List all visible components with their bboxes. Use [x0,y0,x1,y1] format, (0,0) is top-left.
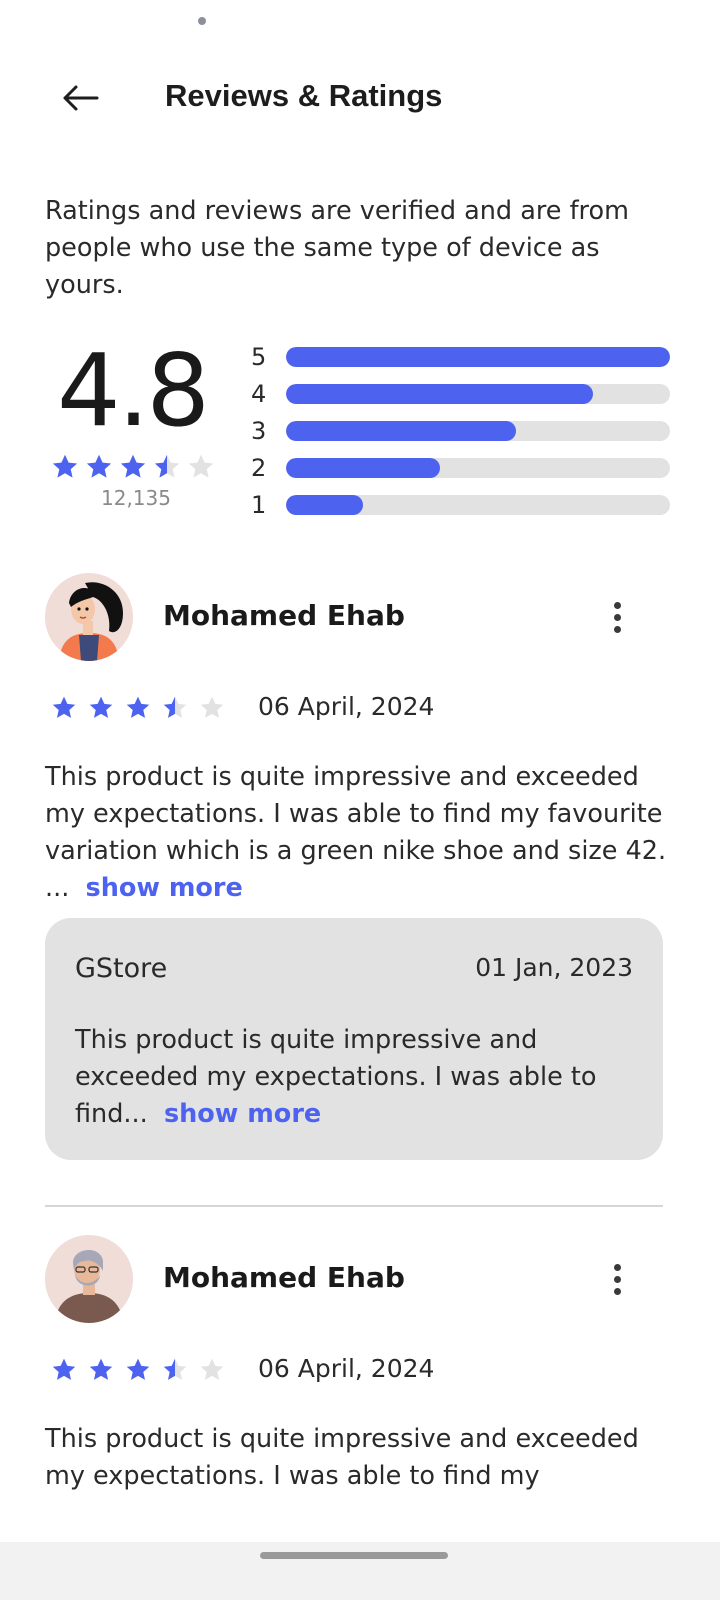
rating-bar-row: 2 [250,449,670,486]
star-icon [89,1358,113,1380]
reviewer-name: Mohamed Ehab [163,599,405,632]
star-icon [200,696,224,718]
review-stars [51,695,225,721]
star-icon [52,454,78,478]
review-body: This product is quite impressive and exc… [45,1424,639,1491]
more-vertical-icon-dot [613,1263,621,1271]
rating-bar-track [286,420,670,441]
arrow-left-icon [63,85,99,111]
star-icon [200,1358,224,1380]
reply-text: This product is quite impressive and exc… [75,1022,645,1133]
average-rating-stars [51,453,215,481]
review-card: Mohamed Ehab 06 April, 2024 This product… [45,1235,675,1535]
star-icon [163,696,187,718]
reply-show-more-link[interactable]: show more [164,1099,321,1129]
user-avatar-man-icon [45,1235,133,1323]
user-avatar-woman-icon [45,573,133,661]
more-vertical-icon-dot [613,601,621,609]
rating-bar-fill [286,420,517,441]
rating-bar-label: 5 [251,342,267,371]
avatar[interactable] [45,1235,133,1323]
rating-bar-label: 1 [251,490,267,519]
review-divider [45,1205,663,1207]
reviewer-name: Mohamed Ehab [163,1261,405,1294]
rating-bar-track [286,383,670,404]
rating-bar-row: 1 [250,486,670,523]
rating-bar-label: 2 [251,453,267,482]
ratings-intro-text: Ratings and reviews are verified and are… [45,196,629,300]
rating-bar-track [286,494,670,515]
home-gesture-handle[interactable] [260,1552,448,1559]
rating-bar-track [286,346,670,367]
rating-bar-label: 3 [251,416,267,445]
star-icon [163,1358,187,1380]
star-icon [52,696,76,718]
review-more-button[interactable] [601,1253,633,1305]
review-stars [51,1357,225,1383]
review-more-button[interactable] [601,591,633,643]
show-more-link[interactable]: show more [86,873,243,903]
rating-bar-fill [286,494,363,515]
rating-bar-row: 3 [250,412,670,449]
more-vertical-icon-dot [613,1275,621,1283]
star-icon [86,454,112,478]
reply-store-name: GStore [75,953,168,984]
store-reply: GStore 01 Jan, 2023 This product is quit… [45,918,663,1160]
review-card: Mohamed Ehab 06 April, 2024 This product… [45,573,675,1183]
more-vertical-icon-dot [613,625,621,633]
rating-distribution: 5 4 3 2 1 [250,338,670,523]
app-header: Reviews & Ratings [0,60,720,136]
review-date: 06 April, 2024 [258,692,435,721]
rating-bar-fill [286,383,594,404]
rating-bar-fill [286,457,440,478]
average-rating: 4.8 [57,332,210,449]
system-navigation-bar [0,1542,720,1600]
back-button[interactable] [54,72,106,124]
page-title: Reviews & Ratings [165,78,443,113]
rating-bar-fill [286,346,670,367]
more-vertical-icon-dot [613,613,621,621]
star-icon [126,696,150,718]
star-icon [52,1358,76,1380]
star-icon [89,696,113,718]
review-date: 06 April, 2024 [258,1354,435,1383]
star-icon [154,454,180,478]
star-icon [120,454,146,478]
star-icon [188,454,214,478]
rating-bar-row: 5 [250,338,670,375]
rating-bar-label: 4 [251,379,267,408]
star-icon [126,1358,150,1380]
reply-body: This product is quite impressive and exc… [75,1025,597,1129]
status-indicator-dot [198,17,206,25]
more-vertical-icon-dot [613,1287,621,1295]
reply-date: 01 Jan, 2023 [475,953,633,982]
avatar[interactable] [45,573,133,661]
rating-bar-track [286,457,670,478]
review-text: This product is quite impressive and exc… [45,759,677,907]
rating-summary: 4.8 12,135 5 4 3 2 1 [45,335,675,525]
rating-bar-row: 4 [250,375,670,412]
rating-count: 12,135 [101,486,171,510]
review-text: This product is quite impressive and exc… [45,1421,677,1495]
